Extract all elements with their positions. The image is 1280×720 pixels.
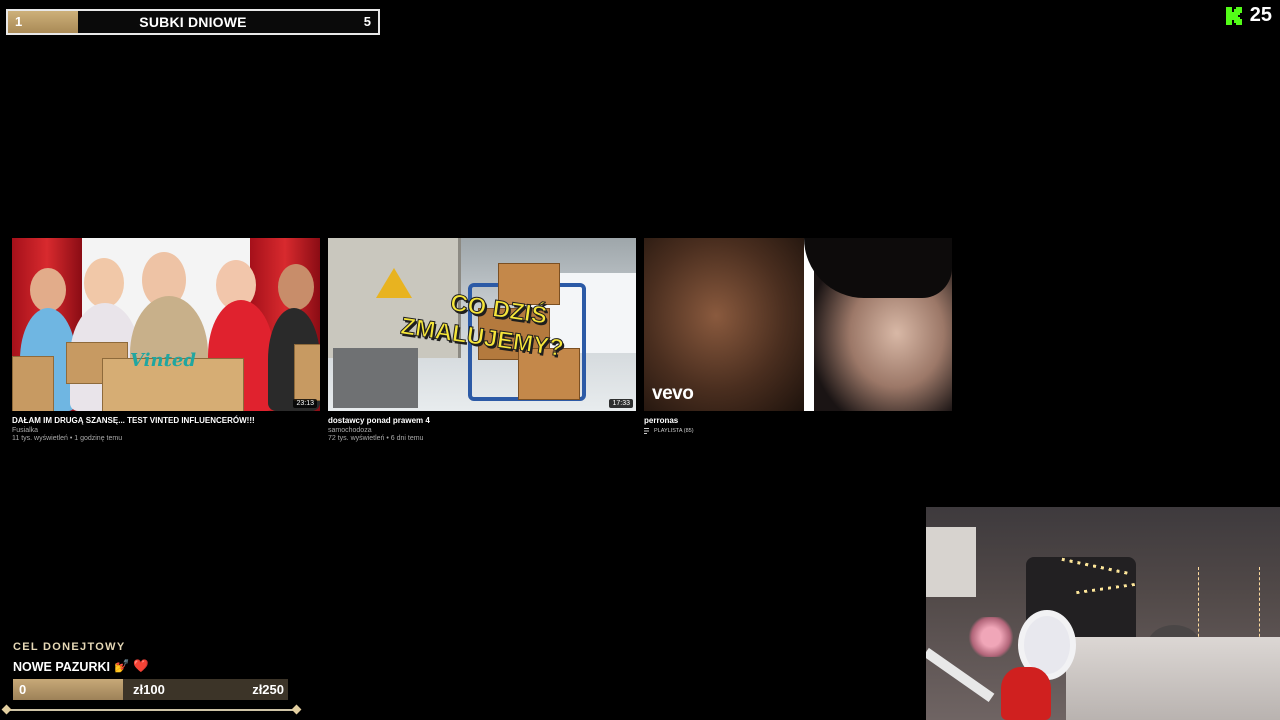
video-title[interactable]: DAŁAM IM DRUGĄ SZANSĘ... TEST VINTED INF…	[12, 416, 320, 425]
video-duration: 17:33	[609, 399, 633, 408]
webcam-feed	[926, 507, 1280, 720]
video-card-1[interactable]: Vinted 23:13 DAŁAM IM DRUGĄ SZANSĘ... TE…	[12, 238, 320, 442]
donation-goal-emojis: 💅 ❤️	[114, 659, 149, 673]
video-duration: 23:13	[293, 399, 317, 408]
video-thumbnail[interactable]: CO DZIŚ ZMALUJEMY? 17:33	[328, 238, 636, 411]
kick-follower-counter: 25	[1225, 4, 1272, 27]
video-channel[interactable]: samochodoza	[328, 427, 636, 434]
donation-mid: zł100	[133, 682, 165, 697]
diamond-right-icon	[291, 704, 302, 715]
video-card-2[interactable]: CO DZIŚ ZMALUJEMY? 17:33 dostawcy ponad …	[328, 238, 636, 442]
vevo-logo: vevo	[652, 383, 694, 404]
donation-goal-name: NOWE PAZURKI	[13, 659, 110, 674]
donation-current: 0	[19, 682, 27, 697]
video-title[interactable]: perronas	[644, 416, 952, 425]
sub-goal-label: SUBKI DNIOWE	[139, 14, 247, 30]
donation-goal-bar: 0 zł100 zł250	[13, 679, 288, 700]
video-channel[interactable]: Fusialka	[12, 427, 320, 434]
video-meta: 11 tys. wyświetleń • 1 godzinę temu	[12, 435, 123, 442]
warning-sign-icon	[376, 268, 412, 298]
kick-count: 25	[1249, 4, 1272, 26]
video-title[interactable]: dostawcy ponad prawem 4	[328, 416, 636, 425]
kick-logo-icon	[1225, 6, 1242, 25]
sub-goal-end: 5	[363, 14, 371, 29]
playlist-count: PLAYLISTA (85)	[654, 428, 694, 434]
video-card-3[interactable]: vevo perronas PLAYLISTA (85)	[644, 238, 952, 434]
donation-goal-fill	[13, 679, 123, 700]
video-meta: 72 tys. wyświetleń • 6 dni temu	[328, 435, 424, 442]
donation-target: zł250	[252, 682, 284, 697]
donation-goal: CEL DONEJTOWY NOWE PAZURKI 💅 ❤️ 0 zł100 …	[1, 641, 302, 715]
playlist-badge: PLAYLISTA (85)	[644, 428, 952, 434]
video-thumbnail[interactable]: Vinted 23:13	[12, 238, 320, 411]
playlist-icon	[644, 428, 649, 434]
sub-goal-bar: 1 SUBKI DNIOWE 5	[6, 9, 380, 35]
video-thumbnail[interactable]: vevo	[644, 238, 952, 411]
donation-goal-title: CEL DONEJTOWY	[13, 641, 126, 653]
goal-divider	[6, 709, 296, 711]
vinted-logo: Vinted	[130, 350, 196, 371]
diamond-left-icon	[1, 704, 12, 715]
